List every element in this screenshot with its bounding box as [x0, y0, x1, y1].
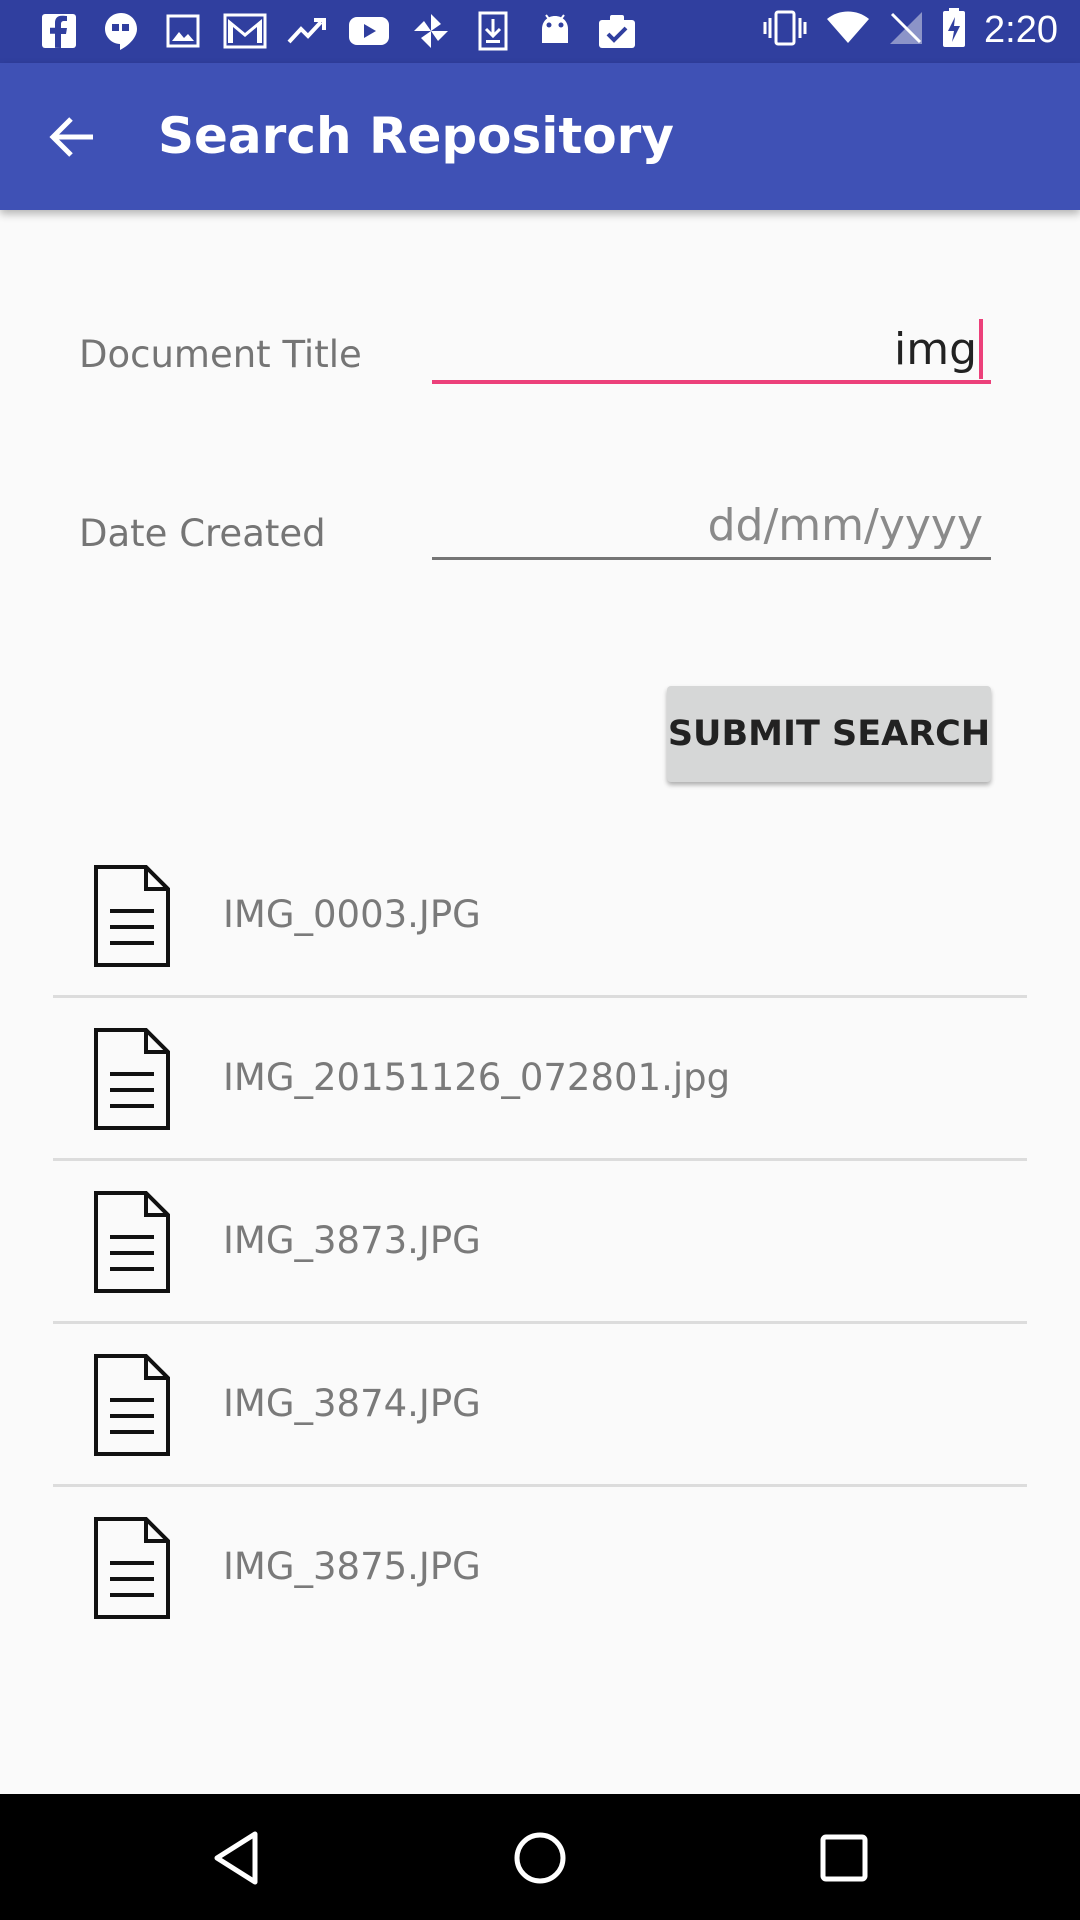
file-name: IMG_3875.JPG: [223, 1545, 481, 1588]
list-item[interactable]: IMG_3873.JPG: [53, 1161, 1027, 1321]
battery-charging-icon: [942, 8, 966, 53]
date-created-placeholder: dd/mm/yyyy: [707, 500, 983, 551]
date-created-label: Date Created: [79, 512, 326, 555]
recents-square-icon: [820, 1834, 868, 1882]
android-icon: [524, 10, 586, 52]
list-item[interactable]: IMG_0003.JPG: [53, 835, 1027, 995]
list-item[interactable]: IMG_3875.JPG: [53, 1487, 1027, 1647]
status-bar: 2:20: [0, 0, 1080, 63]
hangouts-icon: [90, 10, 152, 52]
file-name: IMG_0003.JPG: [223, 893, 481, 936]
text-cursor: [979, 319, 983, 379]
clipboard-check-icon: [586, 10, 648, 52]
facebook-icon: [28, 10, 90, 52]
file-name: IMG_20151126_072801.jpg: [223, 1056, 731, 1099]
document-title-field[interactable]: img: [432, 318, 991, 384]
youtube-icon: [338, 10, 400, 52]
back-triangle-icon: [214, 1831, 258, 1885]
submit-search-button[interactable]: SUBMIT SEARCH: [667, 686, 991, 782]
clock: 2:20: [984, 9, 1058, 51]
document-icon: [94, 865, 170, 967]
download-icon: [462, 10, 524, 52]
nav-back-button[interactable]: [196, 1818, 276, 1898]
vibrate-icon: [762, 10, 808, 51]
back-button[interactable]: [30, 101, 114, 173]
trending-icon: [276, 10, 338, 52]
gmail-icon: [214, 10, 276, 52]
app-bar: Search Repository: [0, 63, 1080, 210]
page-title: Search Repository: [158, 107, 674, 165]
nav-recents-button[interactable]: [804, 1818, 884, 1898]
navigation-bar: [0, 1794, 1080, 1920]
gallery-icon: [152, 10, 214, 52]
file-name: IMG_3873.JPG: [223, 1219, 481, 1262]
list-item[interactable]: IMG_3874.JPG: [53, 1324, 1027, 1484]
document-icon: [94, 1028, 170, 1130]
no-signal-icon: [888, 10, 924, 51]
pinwheel-icon: [400, 10, 462, 52]
document-title-label: Document Title: [79, 333, 362, 376]
document-title-value: img: [893, 323, 977, 375]
file-name: IMG_3874.JPG: [223, 1382, 481, 1425]
search-results-list: IMG_0003.JPG IMG_20151126_072801.jpg IMG…: [53, 835, 1027, 1647]
arrow-back-icon: [49, 117, 93, 157]
document-icon: [94, 1517, 170, 1619]
home-circle-icon: [514, 1832, 566, 1884]
nav-home-button[interactable]: [500, 1818, 580, 1898]
date-created-field[interactable]: dd/mm/yyyy: [432, 494, 991, 560]
list-item[interactable]: IMG_20151126_072801.jpg: [53, 998, 1027, 1158]
notification-icons: [28, 10, 648, 52]
wifi-icon: [826, 11, 870, 50]
document-icon: [94, 1354, 170, 1456]
system-icons: 2:20: [762, 8, 1058, 53]
document-icon: [94, 1191, 170, 1293]
